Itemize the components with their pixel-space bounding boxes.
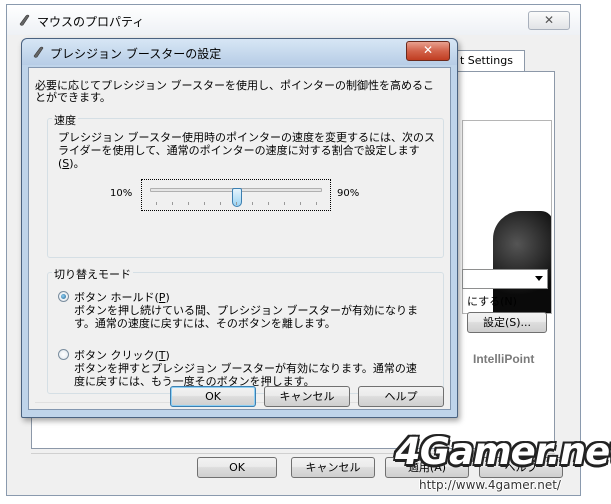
radio-click[interactable] bbox=[58, 349, 69, 360]
close-button[interactable]: ✕ bbox=[406, 41, 450, 61]
title-bar: マウスのプロパティ ✕ bbox=[7, 5, 580, 35]
slider-min-label: 10% bbox=[110, 188, 133, 199]
radio-click-label[interactable]: ボタン クリック(T) bbox=[74, 347, 170, 363]
speed-slider[interactable] bbox=[141, 179, 331, 211]
intro-text: 必要に応じてプレシジョン ブースターを使用し、ポインターの制御性を高めることがで… bbox=[35, 79, 434, 104]
radio-hold-text-end: ) bbox=[165, 291, 170, 304]
radio-hold-text: ボタン ホールド( bbox=[74, 291, 159, 304]
help-button[interactable]: ヘルプ bbox=[358, 386, 444, 407]
radio-click-description: ボタンを押すとプレシジョン ブースターが有効になります。通常の速度に戻すには、も… bbox=[74, 362, 417, 388]
ok-button[interactable]: OK bbox=[197, 457, 277, 478]
mode-group-label: 切り替えモード bbox=[52, 266, 133, 282]
mouse-icon bbox=[33, 46, 44, 58]
site-watermark: 4Gamer.net http://www.4gamer.net/ bbox=[395, 430, 611, 500]
intellipoint-logo: IntelliPoint bbox=[473, 352, 535, 366]
speed-description-text: プレシジョン ブースター使用時のポインターの速度を変更するには、次のスライダーを… bbox=[58, 131, 435, 170]
radio-hold-label[interactable]: ボタン ホールド(P) bbox=[74, 289, 170, 305]
radio-hold-description: ボタンを押し続けている間、プレシジョン ブースターが有効になります。通常の速度に… bbox=[74, 304, 418, 330]
dialog-title-bar: プレシジョン ブースターの設定 ✕ bbox=[22, 39, 457, 65]
watermark-logo: 4Gamer.net bbox=[395, 430, 611, 473]
watermark-url: http://www.4gamer.net/ bbox=[419, 478, 561, 492]
cancel-button[interactable]: キャンセル bbox=[264, 386, 350, 407]
window-title: マウスのプロパティ bbox=[37, 15, 145, 29]
slider-max-label: 90% bbox=[337, 188, 360, 199]
tab-settings[interactable]: t Settings bbox=[455, 50, 525, 71]
mode-group: 切り替えモード ボタン ホールド(P) ボタンを押し続けている間、プレシジョン … bbox=[47, 266, 444, 394]
speed-group: 速度 プレシジョン ブースター使用時のポインターの速度を変更するには、次のスライ… bbox=[47, 112, 444, 258]
radio-click-text-end: ) bbox=[165, 349, 170, 362]
slider-track bbox=[150, 188, 322, 207]
dialog-body: 必要に応じてプレシジョン ブースターを使用し、ポインターの制御性を高めることがで… bbox=[28, 67, 451, 410]
cancel-button[interactable]: キャンセル bbox=[291, 457, 375, 478]
speed-group-label: 速度 bbox=[52, 112, 78, 128]
ok-button[interactable]: OK bbox=[170, 386, 256, 407]
settings-button[interactable]: 設定(S)... bbox=[467, 312, 547, 333]
dialog-title: プレシジョン ブースターの設定 bbox=[50, 47, 222, 61]
option-label[interactable]: にする(N) bbox=[467, 293, 517, 309]
close-button[interactable]: ✕ bbox=[528, 11, 570, 30]
mouse-icon bbox=[19, 14, 30, 26]
radio-hold[interactable] bbox=[58, 291, 69, 302]
button-assignment-select[interactable] bbox=[462, 269, 548, 289]
slider-ticks bbox=[156, 202, 318, 205]
precision-booster-dialog: プレシジョン ブースターの設定 ✕ 必要に応じてプレシジョン ブースターを使用し… bbox=[21, 38, 458, 418]
speed-description-end: )。 bbox=[69, 157, 85, 170]
radio-click-access-key: T bbox=[158, 349, 166, 362]
speed-description: プレシジョン ブースター使用時のポインターの速度を変更するには、次のスライダーを… bbox=[58, 131, 436, 170]
chevron-down-icon bbox=[535, 276, 543, 281]
radio-click-text: ボタン クリック( bbox=[74, 349, 159, 362]
